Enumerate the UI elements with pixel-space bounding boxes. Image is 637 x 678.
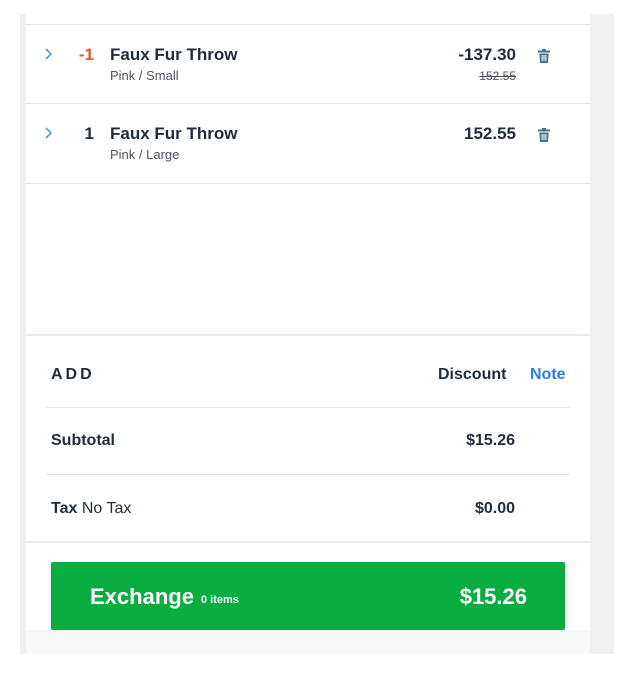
exchange-button[interactable]: Exchange 0 items $15.26: [51, 562, 565, 630]
line-item-name: Faux Fur Throw: [110, 124, 238, 143]
trash-icon[interactable]: [538, 49, 550, 63]
section-divider: [26, 334, 590, 336]
line-item-variant: Pink / Large: [110, 147, 180, 162]
add-note-button[interactable]: Note: [530, 366, 566, 384]
tax-label: Tax: [51, 500, 78, 517]
chevron-right-icon[interactable]: [44, 126, 58, 144]
trash-icon[interactable]: [538, 128, 550, 142]
subtotal-value: $15.26: [466, 432, 515, 449]
line-item-original-price: 152.55: [479, 69, 516, 83]
tax-value: $0.00: [474, 500, 515, 517]
exchange-button-label: Exchange: [90, 584, 194, 609]
cart-screen: -1 Faux Fur Throw Pink / Small -137.30 1…: [0, 0, 637, 678]
line-item-quantity: -1: [78, 45, 94, 64]
tax-row-label[interactable]: Tax No Tax: [51, 500, 131, 518]
panel-bottom-area: [26, 630, 590, 654]
add-heading: ADD: [51, 366, 95, 383]
tax-detail: No Tax: [81, 500, 132, 517]
line-item[interactable]: -1 Faux Fur Throw Pink / Small -137.30 1…: [26, 24, 590, 104]
line-item-variant: Pink / Small: [110, 68, 179, 83]
divider: [46, 474, 570, 475]
chevron-right-icon[interactable]: [44, 47, 58, 65]
divider: [46, 407, 570, 408]
subtotal-label: Subtotal: [51, 432, 115, 449]
line-item-quantity: 1: [84, 124, 94, 143]
line-item[interactable]: 1 Faux Fur Throw Pink / Large 152.55: [26, 104, 590, 184]
exchange-item-count: 0 items: [201, 594, 239, 606]
add-discount-button[interactable]: Discount: [438, 366, 506, 384]
line-item-price: -137.30: [458, 45, 516, 64]
section-divider: [26, 541, 590, 543]
line-item-price: 152.55: [464, 124, 516, 143]
exchange-total: $15.26: [459, 584, 527, 609]
line-item-name: Faux Fur Throw: [110, 45, 238, 64]
